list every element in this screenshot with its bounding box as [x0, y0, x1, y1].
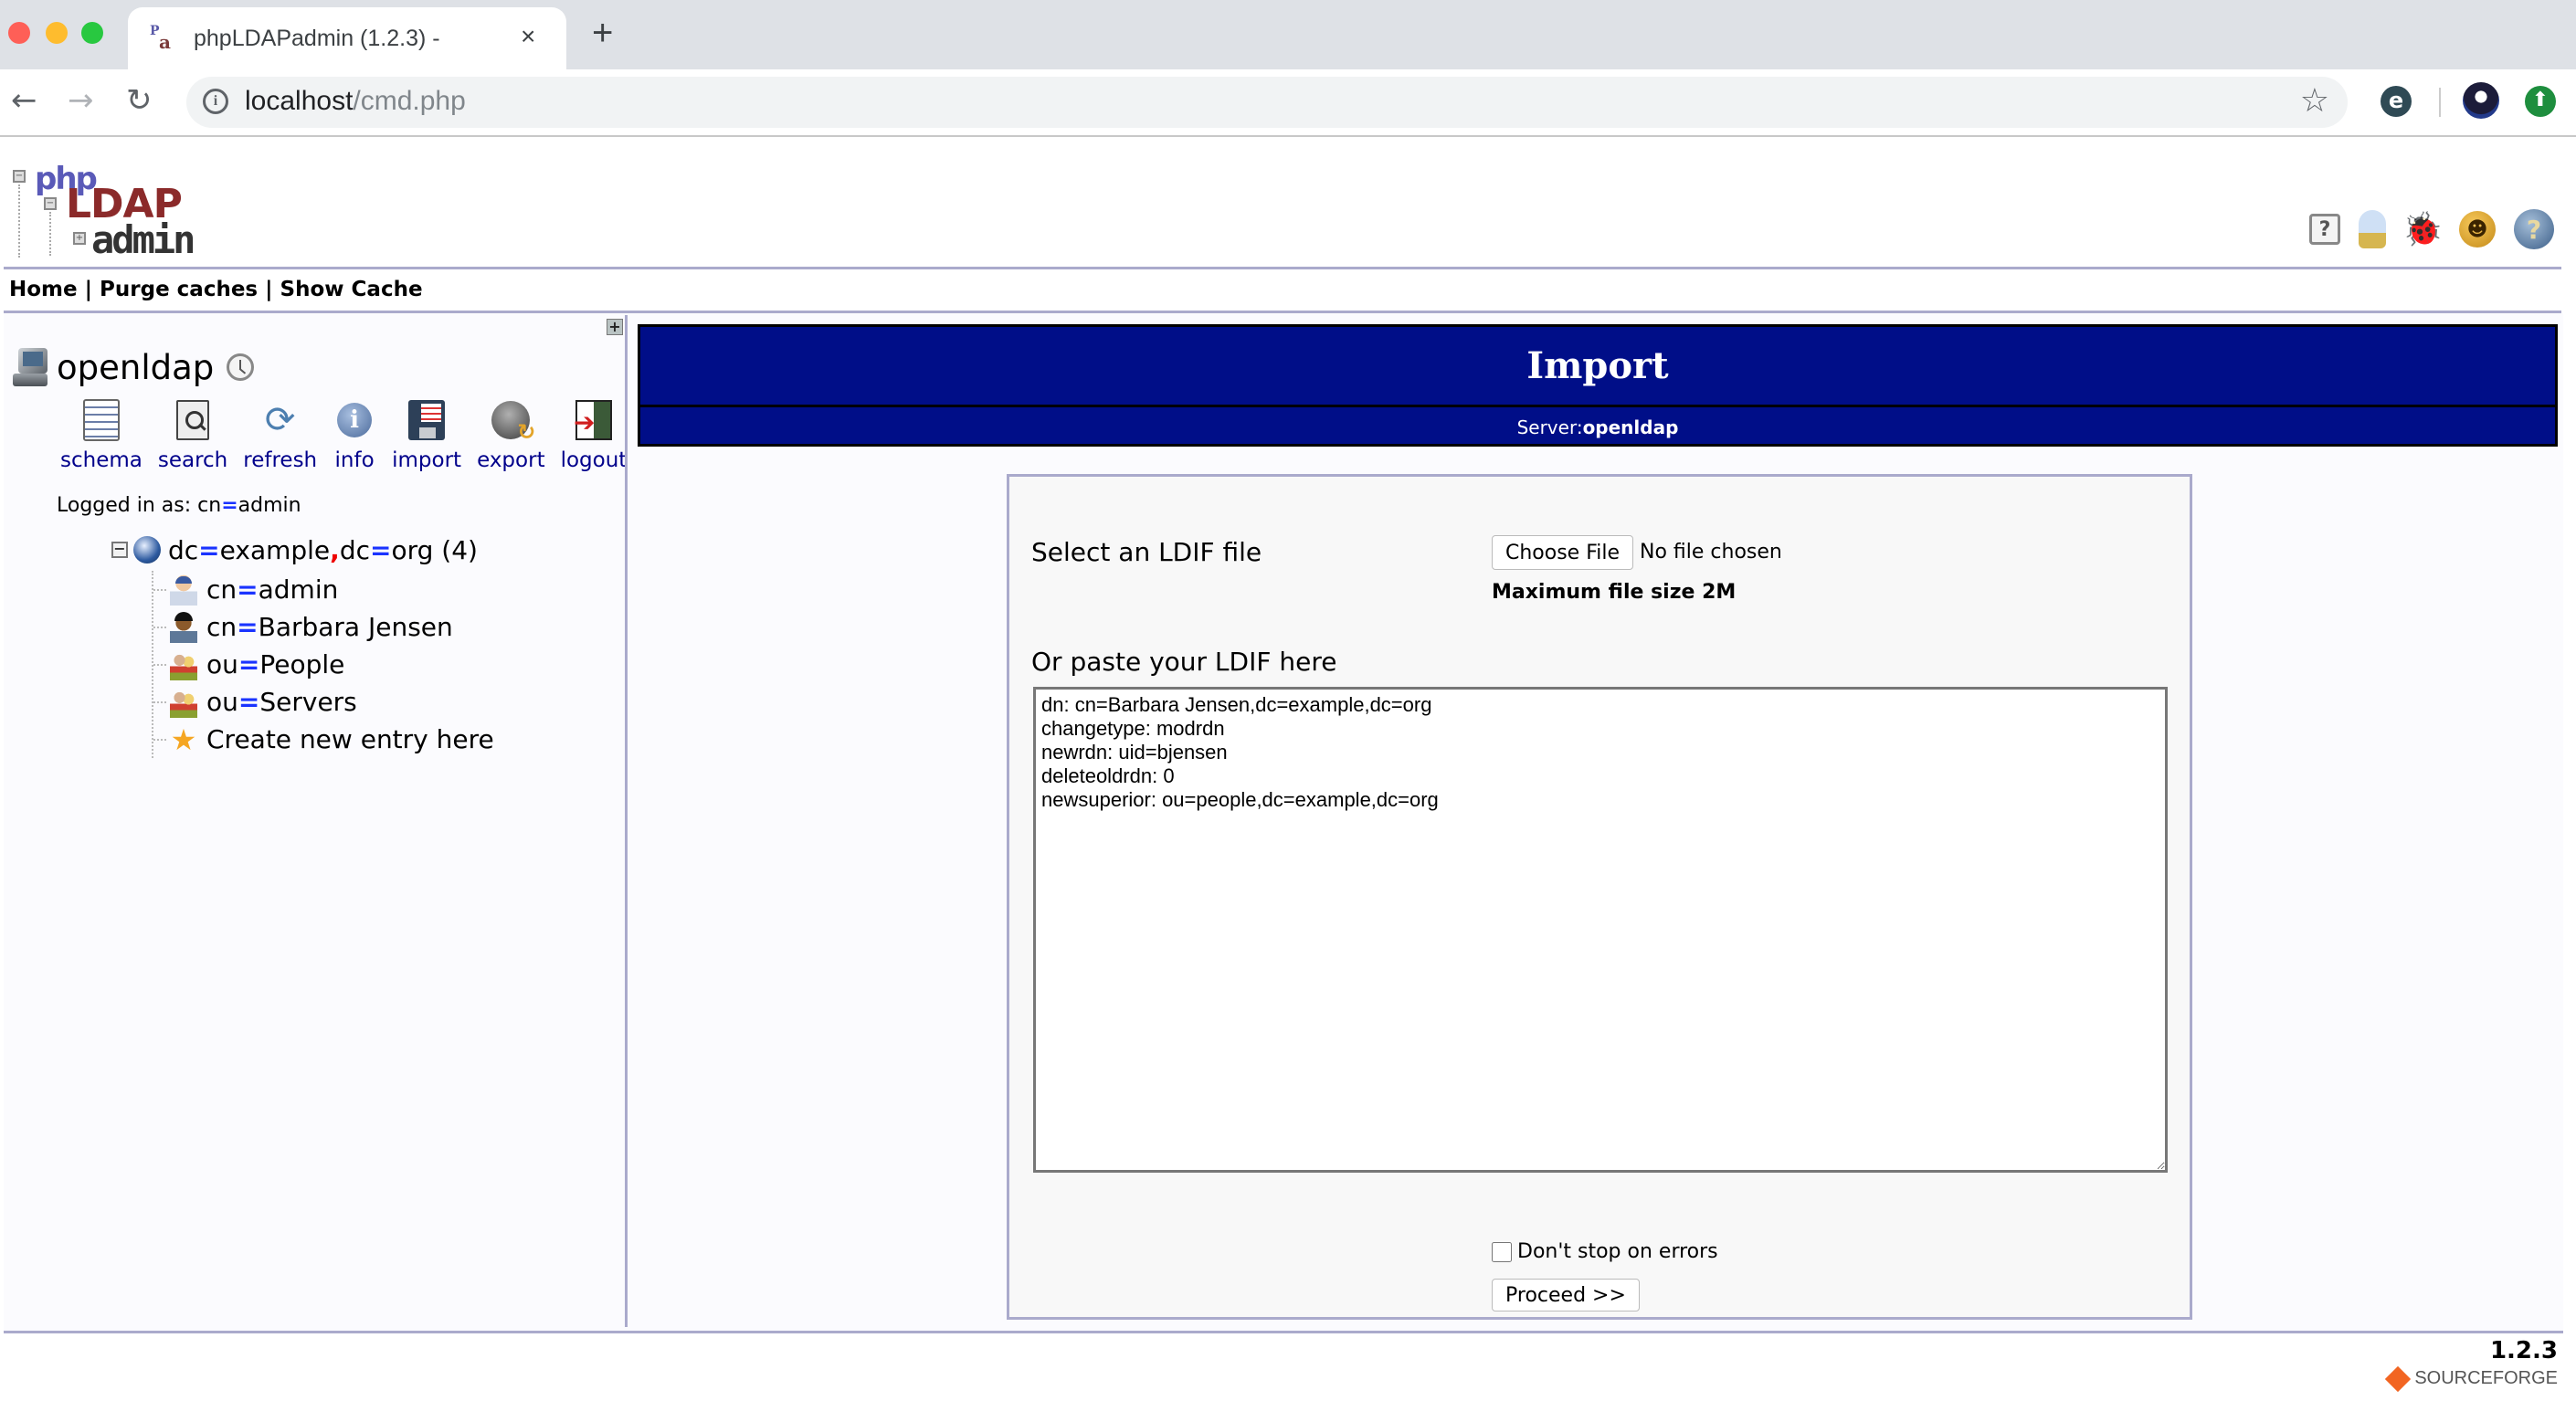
search-icon [176, 400, 210, 440]
help-circle-icon[interactable]: ? [2514, 209, 2554, 249]
server-header: openldap [13, 344, 255, 390]
sourceforge-diamond-icon [2385, 1365, 2412, 1392]
nav-purge-caches-link[interactable]: Purge caches [100, 278, 258, 301]
url-text[interactable]: localhost/cmd.php [245, 86, 466, 117]
ldap-tree: − dc=example,dc=org (4) cn=admin cn=Barb… [111, 529, 494, 758]
address-bar[interactable]: i localhost/cmd.php ☆ [186, 77, 2348, 128]
tree-item[interactable]: ou=People [153, 646, 494, 683]
logo-admin: admin [91, 217, 195, 262]
action-import[interactable]: import [392, 397, 461, 472]
help-question-icon[interactable]: ? [2309, 214, 2340, 245]
window-minimize-button[interactable] [46, 22, 68, 44]
refresh-icon: ⟳ [264, 399, 296, 441]
browser-tab-active[interactable]: Pa phpLDAPadmin (1.2.3) - × [128, 7, 566, 69]
update-arrow-icon[interactable]: ⬆ [2525, 86, 2556, 117]
action-info[interactable]: i info [333, 397, 376, 472]
logout-door-icon [574, 400, 612, 440]
tree-item[interactable]: ou=Servers [153, 683, 494, 721]
site-info-icon[interactable]: i [203, 89, 228, 114]
phpldapadmin-logo[interactable]: − − + php LDAP admin [9, 161, 201, 262]
new-tab-button[interactable]: + [592, 13, 613, 54]
tree-root-node[interactable]: − dc=example,dc=org (4) [111, 529, 494, 571]
nav-show-cache-link[interactable]: Show Cache [280, 278, 423, 301]
import-form-box: Select an LDIF file Choose File No file … [1007, 474, 2192, 1320]
logo-minus-box-icon: − [44, 197, 57, 210]
paste-ldif-label: Or paste your LDIF here [1031, 647, 1337, 677]
tab-close-icon[interactable]: × [521, 22, 535, 51]
toolbar-separator [2439, 88, 2441, 117]
browser-tab-bar: Pa phpLDAPadmin (1.2.3) - × + [0, 0, 2576, 69]
person-icon [170, 611, 197, 643]
smiley-icon[interactable]: ☻ [2459, 211, 2496, 248]
sidebar-divider[interactable] [625, 315, 628, 1327]
dont-stop-checkbox[interactable] [1492, 1241, 1512, 1262]
tab-title: phpLDAPadmin (1.2.3) - [194, 26, 440, 51]
action-search[interactable]: search [158, 397, 227, 472]
schema-icon [82, 399, 120, 441]
max-file-size: Maximum file size 2M [1492, 581, 1737, 604]
import-floppy-icon [408, 400, 446, 440]
import-banner: Import Server: openldap [638, 324, 2558, 447]
server-name: openldap [57, 347, 215, 387]
group-icon [170, 686, 197, 718]
server-subtitle: Server: openldap [1516, 416, 1679, 438]
group-icon [170, 648, 197, 680]
window-close-button[interactable] [8, 22, 30, 44]
content-panel: Import Server: openldap Select an LDIF f… [634, 313, 2561, 1331]
dont-stop-on-errors[interactable]: Don't stop on errors [1492, 1240, 1718, 1263]
tree-root-label[interactable]: dc=example,dc=org (4) [168, 535, 478, 565]
bookmark-star-icon[interactable]: ☆ [2300, 82, 2329, 120]
page: − − + php LDAP admin ? 🐞 ☻ ? Home | Purge … [0, 139, 2576, 1401]
action-export[interactable]: export [477, 397, 545, 472]
globe-icon [133, 536, 161, 564]
no-file-chosen-text: No file chosen [1640, 541, 1782, 564]
main-area: + openldap schema search ⟳ refresh i inf… [4, 313, 2563, 1331]
browser-toolbar: ← → ↻ i localhost/cmd.php ☆ e ⬆ [0, 69, 2576, 137]
admin-user-icon [170, 574, 197, 606]
logo-plus-box-icon: + [73, 232, 86, 245]
nav-home-link[interactable]: Home [9, 278, 78, 301]
profile-avatar[interactable] [2463, 82, 2499, 119]
star-icon: ★ [170, 722, 197, 757]
header-icons: ? 🐞 ☻ ? [2309, 206, 2554, 252]
clock-icon[interactable] [227, 353, 255, 381]
server-computer-icon [13, 346, 49, 388]
header-rule [4, 267, 2561, 269]
proceed-button[interactable]: Proceed >> [1492, 1279, 1640, 1311]
select-file-label: Select an LDIF file [1031, 537, 1262, 567]
logo-minus-box-icon: − [13, 170, 26, 183]
back-arrow-icon[interactable]: ← [11, 82, 37, 119]
footer-rule [4, 1331, 2563, 1333]
tree-item[interactable]: cn=admin [153, 571, 494, 608]
reload-icon[interactable]: ↻ [126, 82, 153, 119]
sourceforge-logo[interactable]: SOURCEFORGE [2385, 1365, 2558, 1392]
export-database-icon [491, 401, 535, 445]
info-icon: i [337, 403, 373, 437]
pla-favicon-icon: Pa [150, 24, 171, 53]
tree-children: cn=admin cn=Barbara Jensen ou=People ou=… [152, 571, 494, 758]
window-maximize-button[interactable] [81, 22, 103, 44]
collapse-minus-icon[interactable]: − [111, 542, 128, 558]
page-title: Import [1526, 344, 1669, 387]
server-actions: schema search ⟳ refresh i info import ↻ … [60, 397, 642, 472]
action-logout[interactable]: logout [561, 397, 627, 472]
action-schema[interactable]: schema [60, 397, 143, 472]
bug-icon[interactable]: 🐞 [2402, 209, 2444, 249]
action-refresh[interactable]: ⟳ refresh [243, 397, 317, 472]
logged-in-as: Logged in as: cn=admin [57, 494, 301, 517]
ldif-textarea[interactable] [1033, 687, 2168, 1173]
create-new-entry[interactable]: ★ Create new entry here [153, 721, 494, 758]
tree-item[interactable]: cn=Barbara Jensen [153, 608, 494, 646]
choose-file-button[interactable]: Choose File [1492, 535, 1634, 570]
version-text: 1.2.3 [2489, 1337, 2558, 1364]
extension-e-icon[interactable]: e [2381, 86, 2412, 117]
forward-arrow-icon[interactable]: → [68, 82, 94, 119]
expand-plus-icon[interactable]: + [607, 319, 623, 335]
lightbulb-icon[interactable] [2359, 210, 2386, 248]
top-nav: Home | Purge caches | Show Cache [9, 278, 423, 301]
sidebar: + openldap schema search ⟳ refresh i inf… [4, 313, 627, 1331]
